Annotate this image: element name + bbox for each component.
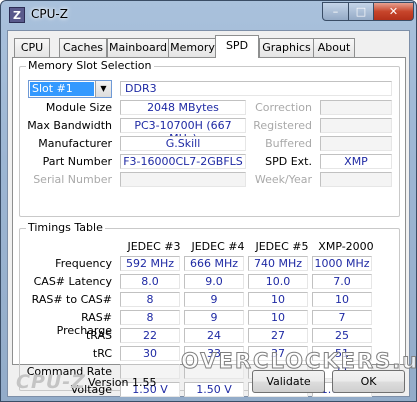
timings-cell: 25 [312,328,372,343]
timings-cell: 7 [312,310,372,325]
tab-cpu[interactable]: CPU [14,38,50,57]
tab-caches[interactable]: Caches [59,38,107,57]
timings-column-header: JEDEC #5 [255,240,309,253]
registered-label: Registered [253,119,312,132]
tab-memory[interactable]: Memory [168,38,217,57]
week-year-label: Week/Year [254,173,312,186]
timings-cell: 740 MHz [248,256,308,271]
manufacturer-value: G.Skill [120,136,246,151]
timings-cell: 8.0 [120,274,180,289]
timings-row-label: CAS# Latency [33,275,112,288]
minimize-button[interactable]: – [322,2,349,21]
timings-cell: 592 MHz [120,256,180,271]
week-year-value [320,172,392,187]
registered-value [320,118,392,133]
timings-column-header: XMP-2000 [318,240,374,253]
timings-row-label: tRAS [85,329,112,342]
timings-cell: 27 [248,328,308,343]
ok-button[interactable]: OK [332,370,405,393]
timings-row-label: Frequency [55,257,112,270]
timings-cell: 30 [120,346,180,361]
timings-cell: 10 [248,292,308,307]
timings-cell: 9.0 [184,274,244,289]
module-size-value: 2048 MBytes [120,100,246,115]
part-number-value: F3-16000CL7-2GBFLS [120,154,246,169]
window-title: CPU-Z [31,7,68,21]
module-size-label: Module Size [45,101,112,114]
correction-label: Correction [255,101,312,114]
title-bar[interactable]: Z CPU-Z – □ ✕ [1,1,416,29]
correction-value [320,100,392,115]
part-number-label: Part Number [42,155,112,168]
max-bandwidth-value: PC3-10700H (667 MHz) [120,118,246,145]
serial-number-label: Serial Number [33,173,112,186]
timings-cell: 10.0 [248,274,308,289]
timings-table-title: Timings Table [26,221,105,234]
max-bandwidth-label: Max Bandwidth [27,119,112,132]
tab-graphics[interactable]: Graphics [259,38,314,57]
validate-button[interactable]: Validate [252,370,325,393]
timings-cell: 10 [248,310,308,325]
timings-cell: 22 [120,328,180,343]
spd-ext-label: SPD Ext. [265,155,312,168]
close-button[interactable]: ✕ [373,2,414,21]
cpu-z-app-icon: Z [9,7,25,23]
serial-number-value [120,172,246,187]
memory-type-field: DDR3 [120,81,392,96]
timings-column-header: JEDEC #4 [191,240,245,253]
maximize-button[interactable]: □ [348,2,374,21]
timings-cell: 8 [120,292,180,307]
spd-ext-value: XMP [320,154,392,169]
buffered-value [320,136,392,151]
memory-slot-selection-group: Memory Slot Selection Slot #1 ▼ DDR3 Mod… [19,59,400,217]
memory-slot-selection-title: Memory Slot Selection [26,59,154,72]
manufacturer-label: Manufacturer [38,137,112,150]
timings-cell: 9 [184,310,244,325]
tab-mainboard[interactable]: Mainboard [107,38,169,57]
chevron-down-icon[interactable]: ▼ [95,81,111,97]
buffered-label: Buffered [265,137,312,150]
timings-cell: 8 [120,310,180,325]
timings-cell: 10 [312,292,372,307]
cpu-z-logo: CPU-Z [16,371,86,393]
watermark-text: OVERCLOCKERS.ua [180,349,417,374]
version-text: Version 1.55 [88,376,157,389]
timings-cell: 1000 MHz [312,256,372,271]
timings-cell: 9 [184,292,244,307]
app-window: Z CPU-Z – □ ✕ CPU Caches Mainboard Memor… [0,0,417,402]
spd-tab-panel: Memory Slot Selection Slot #1 ▼ DDR3 Mod… [12,57,406,397]
slot-dropdown[interactable]: Slot #1 ▼ [28,80,112,98]
tab-spd[interactable]: SPD [215,35,259,58]
tab-about[interactable]: About [313,38,355,57]
slot-selected-value: Slot #1 [30,82,94,96]
timings-cell: 7.0 [312,274,372,289]
timings-row-label: RAS# to CAS# [31,293,112,306]
timings-cell: 666 MHz [184,256,244,271]
timings-row-label: tRC [92,347,112,360]
timings-column-header: JEDEC #3 [127,240,181,253]
timings-cell: 24 [184,328,244,343]
client-area: CPU Caches Mainboard Memory SPD Graphics… [7,30,410,397]
